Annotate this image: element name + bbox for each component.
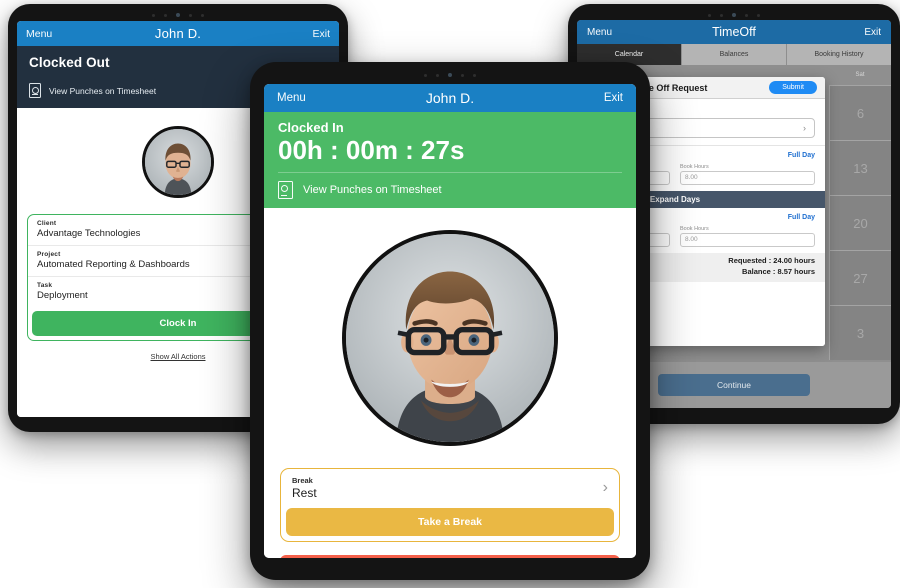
elapsed-timer: 00h : 00m : 27s xyxy=(278,135,465,165)
full-day-toggle[interactable]: Full Day xyxy=(788,214,815,221)
book-hours-input[interactable]: 8.00 xyxy=(680,171,815,185)
screen-center: Menu John D. Exit Clocked In 00h : 00m :… xyxy=(264,84,636,558)
camera-dot xyxy=(461,73,464,77)
camera-dot xyxy=(708,13,711,17)
camera-dot xyxy=(745,13,748,17)
avatar xyxy=(342,230,558,447)
page-title: John D. xyxy=(154,26,202,41)
camera-lens-dot xyxy=(448,73,452,77)
camera-dot xyxy=(473,73,476,77)
chevron-right-icon: › xyxy=(803,123,806,133)
camera-dot xyxy=(201,13,204,17)
view-punches-link[interactable]: View Punches on Timesheet xyxy=(278,173,622,208)
exit-button[interactable]: Exit xyxy=(312,28,330,40)
avatar-photo xyxy=(346,234,554,443)
main-content-center: Break Rest › Take a Break Clock Out Show… xyxy=(264,208,636,558)
avatar-container xyxy=(264,230,636,447)
view-punches-label: View Punches on Timesheet xyxy=(49,85,157,96)
full-day-toggle[interactable]: Full Day xyxy=(788,152,815,159)
break-text-group: Break Rest xyxy=(292,476,317,500)
tablet-camera-dots-left xyxy=(8,11,348,19)
camera-lens-dot xyxy=(732,13,736,17)
menu-button[interactable]: Menu xyxy=(277,92,306,104)
status-title: Clocked In xyxy=(278,120,344,135)
calendar-day-cell[interactable]: 6 xyxy=(829,85,891,140)
tablet-camera-dots-center xyxy=(250,71,650,79)
calendar-day-cell[interactable]: 27 xyxy=(829,250,891,305)
avatar-photo xyxy=(145,129,211,195)
calendar-day-cell[interactable]: 20 xyxy=(829,195,891,250)
calendar-column-header-sat: Sat xyxy=(855,72,865,78)
continue-button[interactable]: Continue xyxy=(658,374,810,396)
tab-balances[interactable]: Balances xyxy=(682,44,787,65)
avatar xyxy=(142,126,214,198)
camera-lens-dot xyxy=(176,13,180,17)
camera-dot xyxy=(720,13,723,17)
page-title: TimeOff xyxy=(712,25,756,39)
menu-button[interactable]: Menu xyxy=(587,27,612,38)
screenshot-stage: Menu John D. Exit Clocked Out View Punch… xyxy=(0,0,900,588)
break-select-row[interactable]: Break Rest › xyxy=(281,469,619,508)
exit-button[interactable]: Exit xyxy=(604,92,623,104)
timesheet-document-icon xyxy=(29,83,41,98)
tab-booking-history[interactable]: Booking History xyxy=(787,44,891,65)
break-value: Rest xyxy=(292,486,317,501)
submit-button[interactable]: Submit xyxy=(769,81,817,94)
camera-dot xyxy=(757,13,760,17)
camera-dot xyxy=(152,13,155,17)
chevron-right-icon: › xyxy=(602,479,608,497)
camera-dot xyxy=(189,13,192,17)
clock-out-button[interactable]: Clock Out xyxy=(280,555,620,558)
timesheet-document-icon xyxy=(278,181,293,200)
take-a-break-button[interactable]: Take a Break xyxy=(286,508,614,537)
exit-button[interactable]: Exit xyxy=(864,27,881,38)
menu-button[interactable]: Menu xyxy=(26,28,52,40)
calendar-week-column: Sat 6 13 20 27 3 xyxy=(829,65,891,408)
book-hours-input[interactable]: 8.00 xyxy=(680,233,815,247)
break-label: Break xyxy=(292,476,313,486)
view-punches-label: View Punches on Timesheet xyxy=(303,184,442,197)
app-bar-left: Menu John D. Exit xyxy=(17,21,339,46)
clock-status-banner: Clocked In 00h : 00m : 27s View Punches … xyxy=(264,112,636,209)
book-hours-label: Book Hours xyxy=(680,226,709,232)
app-bar-center: Menu John D. Exit xyxy=(264,84,636,112)
book-hours-label: Book Hours xyxy=(680,164,709,170)
camera-dot xyxy=(436,73,439,77)
camera-dot xyxy=(164,13,167,17)
calendar-day-cell[interactable]: 3 xyxy=(829,305,891,360)
tablet-camera-dots-right xyxy=(568,11,900,19)
book-hours-field-group: Book Hours 8.00 xyxy=(680,164,815,185)
break-card: Break Rest › Take a Break xyxy=(280,468,620,543)
calendar-day-cell[interactable]: 13 xyxy=(829,140,891,195)
book-hours-field-group: Book Hours 8.00 xyxy=(680,226,815,247)
app-bar-right: Menu TimeOff Exit xyxy=(577,20,891,44)
page-title: John D. xyxy=(425,90,475,106)
tablet-device-center: Menu John D. Exit Clocked In 00h : 00m :… xyxy=(250,62,650,580)
camera-dot xyxy=(424,73,427,77)
